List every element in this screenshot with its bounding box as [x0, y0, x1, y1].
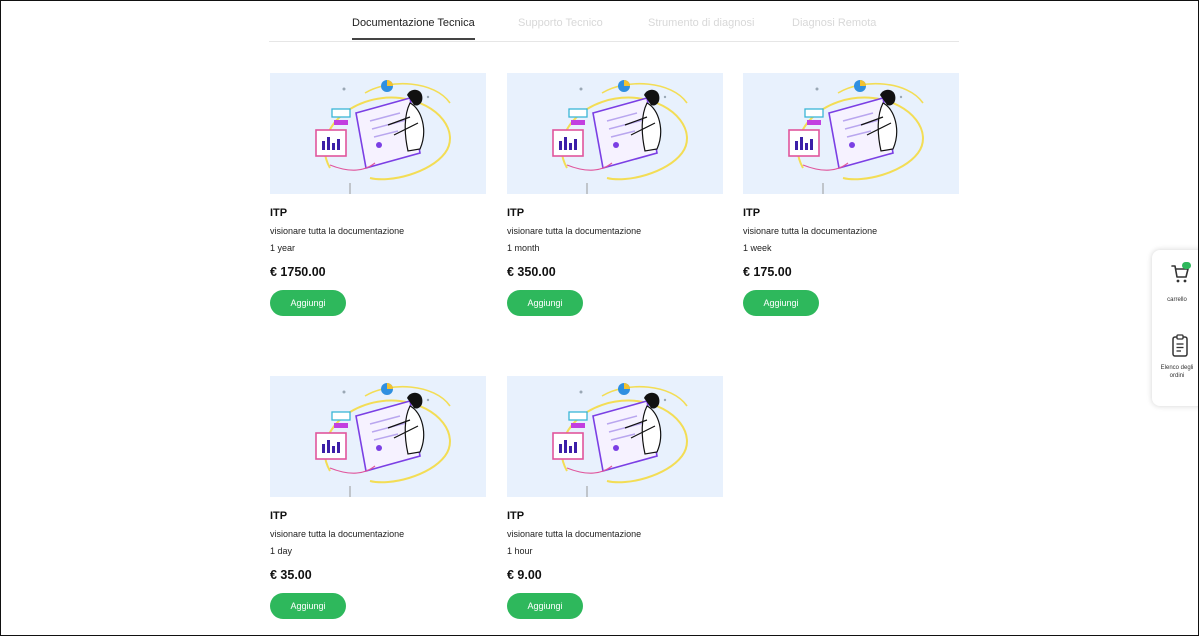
cart-count-badge — [1182, 262, 1191, 269]
cart-label: carrello — [1167, 297, 1187, 303]
tab-documentazione-tecnica[interactable]: Documentazione Tecnica — [352, 17, 475, 40]
product-illustration — [270, 73, 486, 194]
product-card: ITP visionare tutta la documentazione 1 … — [270, 376, 486, 619]
product-illustration — [507, 376, 723, 497]
product-card: ITP visionare tutta la documentazione 1 … — [507, 73, 723, 316]
product-price: € 350.00 — [507, 265, 556, 279]
tab-supporto-tecnico[interactable]: Supporto Tecnico — [518, 17, 603, 29]
orders-label: Elenco degli ordini — [1160, 365, 1194, 379]
add-to-cart-button[interactable]: Aggiungi — [507, 290, 583, 316]
cart-button[interactable]: carrello — [1152, 250, 1198, 316]
clipboard-icon — [1170, 334, 1190, 363]
add-to-cart-button[interactable]: Aggiungi — [270, 290, 346, 316]
floating-sidebar: carrello Elenco degli ordini — [1152, 250, 1198, 406]
product-price: € 35.00 — [270, 568, 312, 582]
product-price: € 9.00 — [507, 568, 542, 582]
product-name: ITP — [270, 207, 288, 219]
product-card: ITP visionare tutta la documentazione 1 … — [270, 73, 486, 316]
orders-button[interactable]: Elenco degli ordini — [1152, 328, 1198, 388]
product-description: visionare tutta la documentazione — [270, 226, 405, 236]
product-card: ITP visionare tutta la documentazione 1 … — [507, 376, 723, 619]
product-illustration — [507, 73, 723, 194]
tab-bar: Documentazione Tecnica Supporto Tecnico … — [269, 11, 959, 42]
add-to-cart-button[interactable]: Aggiungi — [743, 290, 819, 316]
product-illustration — [743, 73, 959, 194]
product-price: € 175.00 — [743, 265, 792, 279]
product-description: visionare tutta la documentazione — [743, 226, 878, 236]
tab-strumento-di-diagnosi[interactable]: Strumento di diagnosi — [648, 17, 754, 29]
product-name: ITP — [270, 510, 288, 522]
product-duration: 1 day — [270, 546, 293, 556]
page-frame: Documentazione Tecnica Supporto Tecnico … — [0, 0, 1199, 636]
product-name: ITP — [743, 207, 761, 219]
tab-diagnosi-remota[interactable]: Diagnosi Remota — [792, 17, 876, 29]
product-description: visionare tutta la documentazione — [270, 529, 405, 539]
product-description: visionare tutta la documentazione — [507, 226, 642, 236]
add-to-cart-button[interactable]: Aggiungi — [270, 593, 346, 619]
product-price: € 1750.00 — [270, 265, 326, 279]
product-duration: 1 week — [743, 243, 772, 253]
product-description: visionare tutta la documentazione — [507, 529, 642, 539]
product-duration: 1 year — [270, 243, 296, 253]
product-duration: 1 month — [507, 243, 540, 253]
add-to-cart-button[interactable]: Aggiungi — [507, 593, 583, 619]
product-name: ITP — [507, 207, 525, 219]
product-duration: 1 hour — [507, 546, 533, 556]
product-illustration — [270, 376, 486, 497]
product-name: ITP — [507, 510, 525, 522]
product-card: ITP visionare tutta la documentazione 1 … — [743, 73, 959, 316]
